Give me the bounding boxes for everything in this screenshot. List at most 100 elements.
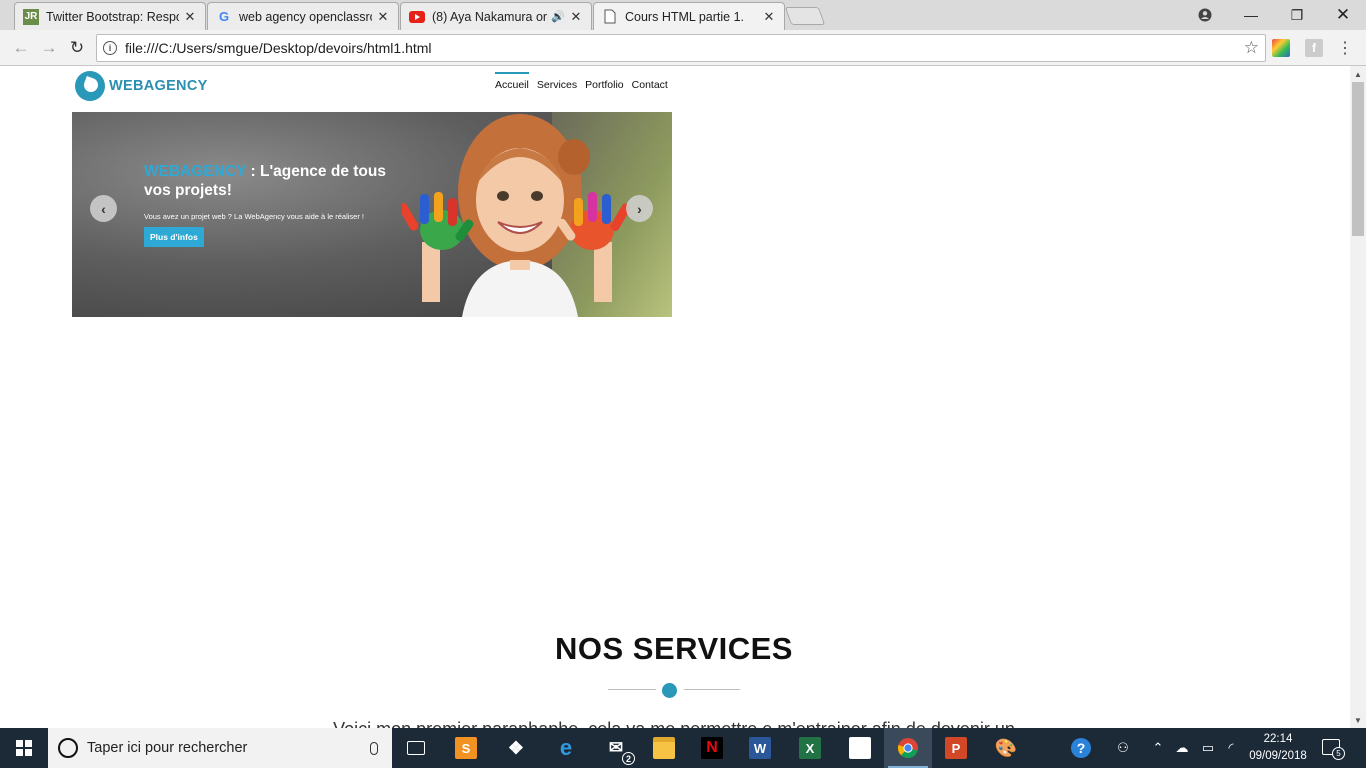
taskbar-dropbox[interactable]: ❖: [492, 728, 540, 768]
profile-icon[interactable]: [1182, 0, 1228, 30]
hero-title-brand: WEBAGENCY: [144, 163, 247, 180]
search-placeholder[interactable]: Taper ici pour rechercher: [87, 740, 247, 756]
tab-title: Twitter Bootstrap: Respor: [46, 9, 179, 24]
taskbar-clock[interactable]: 22:14 09/09/2018: [1242, 731, 1314, 765]
clock-date: 09/09/2018: [1249, 750, 1307, 762]
divider-dot: [662, 683, 677, 698]
bookmark-star-icon[interactable]: ☆: [1244, 38, 1259, 58]
dropbox-icon: ❖: [507, 737, 525, 758]
services-heading: NOS SERVICES: [554, 631, 793, 666]
onedrive-sync-icon[interactable]: ☁: [1172, 728, 1192, 768]
people-icon[interactable]: ⚇: [1112, 728, 1134, 768]
taskbar-word[interactable]: W: [736, 728, 784, 768]
tab-title: Cours HTML partie 1.: [625, 9, 745, 24]
taskbar-search[interactable]: Taper ici pour rechercher: [48, 728, 392, 768]
nav-link-accueil[interactable]: Accueil: [495, 72, 529, 91]
taskbar-chrome[interactable]: [884, 728, 932, 768]
tab-title: (8) Aya Nakamura orp: [432, 9, 549, 24]
taskbar-file-explorer[interactable]: [640, 728, 688, 768]
carousel-next-icon[interactable]: ›: [626, 195, 653, 222]
youtube-icon: [409, 9, 425, 25]
mail-icon: ✉ 2: [605, 737, 635, 765]
word-icon: W: [749, 737, 771, 759]
close-tab-icon[interactable]: ✕: [376, 9, 390, 25]
address-bar[interactable]: i file:///C:/Users/smgue/Desktop/devoirs…: [96, 34, 1266, 62]
colorpicker-extension-icon[interactable]: [1272, 39, 1290, 57]
webagency-logo-icon: [75, 71, 105, 101]
clock-time: 22:14: [1263, 733, 1293, 745]
excel-icon: X: [799, 737, 821, 759]
edge-icon: e: [559, 735, 573, 760]
close-tab-icon[interactable]: ✕: [762, 9, 776, 25]
hero-photo-girl-painted-hands: [402, 114, 631, 317]
scrollbar-thumb[interactable]: [1352, 82, 1364, 236]
wifi-icon[interactable]: ◜: [1222, 728, 1240, 768]
taskbar-powerpoint[interactable]: P: [932, 728, 980, 768]
reload-icon[interactable]: ↻: [66, 37, 88, 59]
tab-youtube-music[interactable]: (8) Aya Nakamura orp 🔊 ✕: [400, 2, 592, 30]
tab-title: web agency openclassroo: [239, 9, 372, 24]
tab-web-agency-search[interactable]: G web agency openclassroo ✕: [207, 2, 399, 30]
nav-link-contact[interactable]: Contact: [632, 72, 668, 91]
scroll-up-icon[interactable]: ▲: [1350, 66, 1366, 82]
mail-badge: 2: [622, 752, 635, 765]
site-nav: Accueil Services Portfolio Contact: [495, 72, 668, 91]
notification-count: 5: [1332, 747, 1345, 760]
divider-line-left: [608, 689, 656, 690]
folder-icon: [653, 737, 675, 759]
cortana-icon[interactable]: [58, 738, 78, 758]
forward-arrow-icon[interactable]: →: [38, 37, 60, 59]
scroll-down-icon[interactable]: ▼: [1350, 712, 1366, 728]
services-paragraph: Voici mon premier paraphaphe, cela va me…: [0, 719, 1348, 728]
close-tab-icon[interactable]: ✕: [569, 9, 583, 25]
minimize-icon[interactable]: —: [1228, 0, 1274, 30]
chrome-icon: [897, 737, 919, 759]
tab-twitter-bootstrap[interactable]: JR Twitter Bootstrap: Respor ✕: [14, 2, 206, 30]
nav-link-services[interactable]: Services: [537, 72, 577, 91]
back-arrow-icon[interactable]: ←: [10, 37, 32, 59]
restore-icon[interactable]: ❐: [1274, 0, 1320, 30]
logo-text: WEBAGENCY: [109, 78, 208, 94]
new-tab-button[interactable]: [784, 7, 826, 25]
taskbar-excel[interactable]: X: [786, 728, 834, 768]
store-icon: [849, 737, 871, 759]
microphone-icon[interactable]: [370, 741, 378, 755]
taskbar-paint[interactable]: 🎨: [982, 728, 1030, 768]
carousel-prev-icon[interactable]: ‹: [90, 195, 117, 222]
start-button[interactable]: [0, 728, 48, 768]
action-center-icon[interactable]: 5: [1322, 739, 1345, 760]
hero-carousel: WEBAGENCY : L'agence de tous vos projets…: [72, 112, 672, 317]
hero-title: WEBAGENCY : L'agence de tous vos projets…: [144, 162, 414, 200]
close-window-icon[interactable]: ✕: [1320, 0, 1366, 30]
info-icon[interactable]: i: [103, 41, 117, 55]
netflix-icon: N: [701, 737, 723, 759]
address-url[interactable]: file:///C:/Users/smgue/Desktop/devoirs/h…: [125, 40, 432, 56]
divider-line-right: [684, 689, 740, 690]
page-icon: [602, 9, 618, 25]
task-view-icon: [407, 741, 425, 755]
battery-icon[interactable]: ▭: [1198, 728, 1218, 768]
tab-cours-html[interactable]: Cours HTML partie 1. ✕: [593, 2, 785, 30]
taskbar-sublime-text[interactable]: S: [442, 728, 490, 768]
menu-kebab-icon[interactable]: ⋮: [1336, 39, 1354, 57]
hero-subtitle: Vous avez un projet web ? La WebAgency v…: [144, 212, 364, 221]
taskbar-edge[interactable]: e: [542, 728, 590, 768]
taskbar-mail[interactable]: ✉ 2: [592, 728, 640, 768]
close-tab-icon[interactable]: ✕: [183, 9, 197, 25]
page-viewport: WEBAGENCY Accueil Services Portfolio Con…: [0, 66, 1350, 728]
facebook-extension-icon[interactable]: f: [1305, 39, 1323, 57]
audio-playing-icon[interactable]: 🔊: [551, 10, 565, 23]
taskbar-netflix[interactable]: N: [688, 728, 736, 768]
paint-palette-icon: 🎨: [994, 737, 1018, 758]
jr-favicon-icon: JR: [23, 8, 39, 25]
site-logo[interactable]: WEBAGENCY: [75, 71, 208, 101]
help-icon[interactable]: ?: [1066, 728, 1096, 768]
nav-link-portfolio[interactable]: Portfolio: [585, 72, 624, 91]
sublime-text-icon: S: [455, 737, 477, 759]
tray-expand-chevron-icon[interactable]: ⌃: [1150, 728, 1166, 768]
windows-taskbar: Taper ici pour rechercher S ❖ e ✉ 2 N W …: [0, 728, 1366, 768]
taskbar-store[interactable]: [836, 728, 884, 768]
plus-infos-button[interactable]: Plus d'infos: [144, 227, 204, 247]
task-view-button[interactable]: [392, 728, 440, 768]
page-scrollbar[interactable]: ▲ ▼: [1350, 66, 1366, 728]
